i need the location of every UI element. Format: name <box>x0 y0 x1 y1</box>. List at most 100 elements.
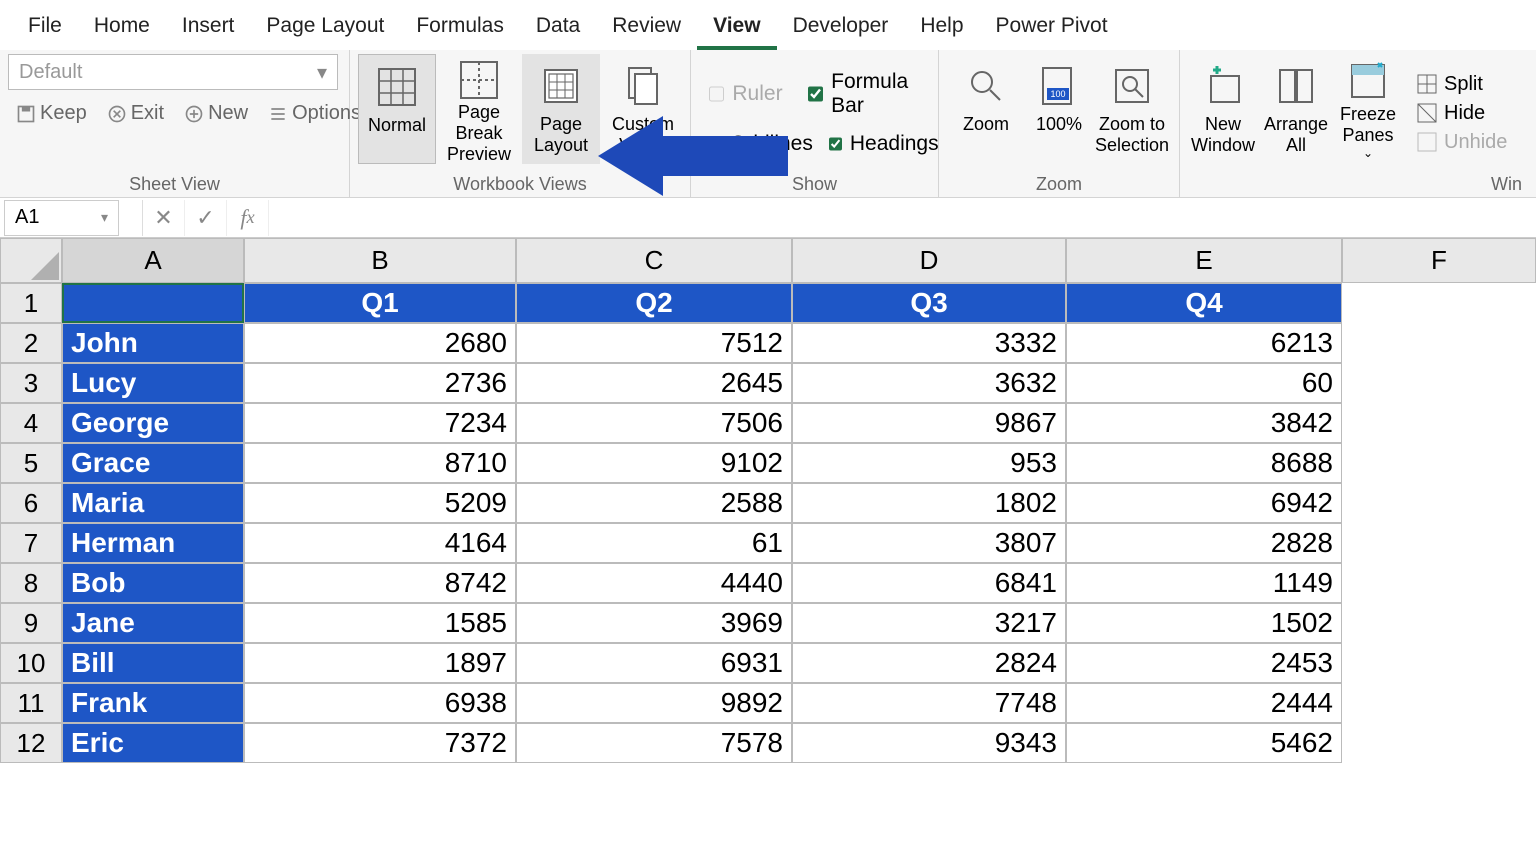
exit-button[interactable]: Exit <box>99 98 172 129</box>
cell-value[interactable]: 1149 <box>1066 563 1342 603</box>
cell-value[interactable]: 3217 <box>792 603 1066 643</box>
normal-view-button[interactable]: Normal <box>358 54 436 164</box>
cell[interactable] <box>1342 683 1536 723</box>
cell-value[interactable]: 6841 <box>792 563 1066 603</box>
cell-value[interactable]: 2680 <box>244 323 516 363</box>
column-header-E[interactable]: E <box>1066 238 1342 283</box>
unhide-button[interactable]: Unhide <box>1416 129 1507 156</box>
cell[interactable] <box>1342 483 1536 523</box>
headings-checkbox[interactable] <box>829 134 842 154</box>
cell-value[interactable]: 7748 <box>792 683 1066 723</box>
cell-name[interactable]: Herman <box>62 523 244 563</box>
cell-name[interactable]: Jane <box>62 603 244 643</box>
cell-name[interactable]: George <box>62 403 244 443</box>
cell-value[interactable]: 9892 <box>516 683 792 723</box>
cell[interactable] <box>1342 363 1536 403</box>
cell-value[interactable]: 2453 <box>1066 643 1342 683</box>
enter-fx-button[interactable]: ✓ <box>185 200 227 236</box>
cell-name[interactable]: Lucy <box>62 363 244 403</box>
select-all-corner[interactable] <box>0 238 62 283</box>
cell-value[interactable]: 2828 <box>1066 523 1342 563</box>
zoom-selection-button[interactable]: Zoom to Selection <box>1093 54 1171 164</box>
tab-help[interactable]: Help <box>904 6 979 50</box>
cell-value[interactable]: 9867 <box>792 403 1066 443</box>
cell-value[interactable]: 1802 <box>792 483 1066 523</box>
zoom-100-button[interactable]: 100 100% <box>1029 54 1089 164</box>
hide-button[interactable]: Hide <box>1416 100 1507 127</box>
zoom-button[interactable]: Zoom <box>947 54 1025 164</box>
cell-value[interactable]: 2645 <box>516 363 792 403</box>
tab-power-pivot[interactable]: Power Pivot <box>980 6 1124 50</box>
cell-value[interactable]: 3632 <box>792 363 1066 403</box>
cell-value[interactable]: 7506 <box>516 403 792 443</box>
page-layout-button[interactable]: Page Layout <box>522 54 600 164</box>
cell-value[interactable]: 6942 <box>1066 483 1342 523</box>
cell-value[interactable]: 2444 <box>1066 683 1342 723</box>
cell-value[interactable]: 9102 <box>516 443 792 483</box>
cell-name[interactable]: Eric <box>62 723 244 763</box>
sheet-view-dropdown[interactable]: Default <box>8 54 338 90</box>
row-header-2[interactable]: 2 <box>0 323 62 363</box>
row-header-5[interactable]: 5 <box>0 443 62 483</box>
cell-value[interactable]: 2736 <box>244 363 516 403</box>
cell-value[interactable]: 7234 <box>244 403 516 443</box>
cell-header[interactable] <box>62 283 244 323</box>
keep-button[interactable]: Keep <box>8 98 95 129</box>
cell[interactable] <box>1342 723 1536 763</box>
row-header-6[interactable]: 6 <box>0 483 62 523</box>
cell-name[interactable]: John <box>62 323 244 363</box>
cell-value[interactable]: 8710 <box>244 443 516 483</box>
cell-value[interactable]: 7372 <box>244 723 516 763</box>
cell[interactable] <box>1342 443 1536 483</box>
arrange-all-button[interactable]: Arrange All <box>1262 54 1330 164</box>
cell-value[interactable]: 61 <box>516 523 792 563</box>
cell-value[interactable]: 3842 <box>1066 403 1342 443</box>
column-header-D[interactable]: D <box>792 238 1066 283</box>
cell-value[interactable]: 6938 <box>244 683 516 723</box>
row-header-4[interactable]: 4 <box>0 403 62 443</box>
row-header-12[interactable]: 12 <box>0 723 62 763</box>
cell[interactable] <box>1342 603 1536 643</box>
cell-value[interactable]: 5209 <box>244 483 516 523</box>
page-break-button[interactable]: Page Break Preview <box>440 54 518 164</box>
cell-value[interactable]: 4164 <box>244 523 516 563</box>
row-header-10[interactable]: 10 <box>0 643 62 683</box>
name-box[interactable]: A1 <box>4 200 119 236</box>
cell-value[interactable]: 60 <box>1066 363 1342 403</box>
column-header-B[interactable]: B <box>244 238 516 283</box>
new-button[interactable]: New <box>176 98 256 129</box>
new-window-button[interactable]: New Window <box>1188 54 1258 164</box>
cell-value[interactable]: 953 <box>792 443 1066 483</box>
cell[interactable] <box>1342 403 1536 443</box>
cell-name[interactable]: Frank <box>62 683 244 723</box>
freeze-panes-button[interactable]: Freeze Panes⌄ <box>1334 54 1402 164</box>
cell-value[interactable]: 2588 <box>516 483 792 523</box>
cell-header[interactable]: Q4 <box>1066 283 1342 323</box>
formula-bar-checkbox[interactable] <box>808 84 823 104</box>
cell[interactable] <box>1342 563 1536 603</box>
tab-page-layout[interactable]: Page Layout <box>250 6 400 50</box>
insert-function-button[interactable]: fx <box>227 200 269 236</box>
cell-header[interactable]: Q2 <box>516 283 792 323</box>
cell-value[interactable]: 4440 <box>516 563 792 603</box>
cell[interactable] <box>1342 643 1536 683</box>
cell-header[interactable]: Q1 <box>244 283 516 323</box>
row-header-3[interactable]: 3 <box>0 363 62 403</box>
cell-name[interactable]: Grace <box>62 443 244 483</box>
cell-value[interactable]: 5462 <box>1066 723 1342 763</box>
cell-value[interactable]: 1585 <box>244 603 516 643</box>
cell-value[interactable]: 7512 <box>516 323 792 363</box>
column-header-A[interactable]: A <box>62 238 244 283</box>
tab-home[interactable]: Home <box>78 6 166 50</box>
row-header-9[interactable]: 9 <box>0 603 62 643</box>
cancel-fx-button[interactable]: ✕ <box>143 200 185 236</box>
tab-review[interactable]: Review <box>596 6 697 50</box>
row-header-8[interactable]: 8 <box>0 563 62 603</box>
split-button[interactable]: Split <box>1416 71 1507 98</box>
cell-value[interactable]: 1897 <box>244 643 516 683</box>
cell-value[interactable]: 2824 <box>792 643 1066 683</box>
tab-view[interactable]: View <box>697 6 776 50</box>
cell-value[interactable]: 7578 <box>516 723 792 763</box>
cell-value[interactable]: 3807 <box>792 523 1066 563</box>
worksheet-grid[interactable]: ABCDEF1Q1Q2Q3Q42John26807512333262133Luc… <box>0 238 1536 763</box>
